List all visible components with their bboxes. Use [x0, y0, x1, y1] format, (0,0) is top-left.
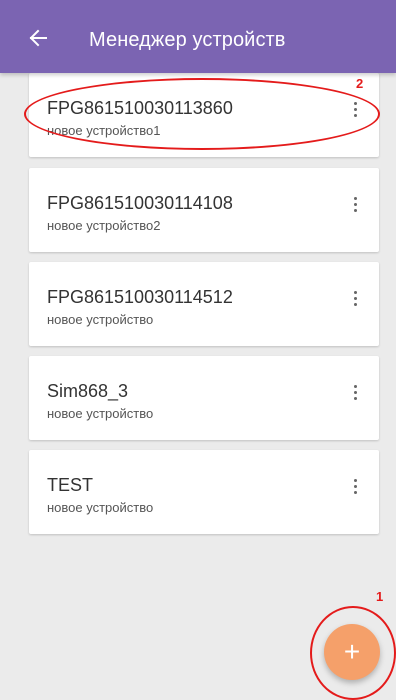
device-name: Sim868_3 [47, 381, 129, 401]
dot-icon [353, 196, 357, 200]
back-button[interactable] [20, 20, 56, 56]
overflow-menu-button[interactable] [345, 474, 365, 498]
arrow-left-icon [29, 29, 47, 47]
dot-icon [353, 390, 357, 394]
dot-icon [353, 113, 357, 117]
dot-icon [353, 302, 357, 306]
device-description: новое устройство1 [47, 123, 161, 138]
dot-icon [353, 490, 357, 494]
dot-icon [353, 396, 357, 400]
dot-icon [353, 202, 357, 206]
app-bar: Менеджер устройств [0, 0, 396, 73]
overflow-menu-button[interactable] [345, 380, 365, 404]
device-card[interactable]: FPG861510030114512 новое устройство [29, 262, 379, 346]
annotation-number: 1 [376, 589, 384, 604]
device-card[interactable]: TEST новое устройство [29, 450, 379, 534]
overflow-menu-button[interactable] [345, 286, 365, 310]
device-card[interactable]: FPG861510030113860 новое устройство1 [29, 73, 379, 157]
device-description: новое устройство2 [47, 218, 161, 233]
device-name: FPG861510030114108 [47, 193, 233, 213]
dot-icon [353, 101, 357, 105]
dot-icon [353, 296, 357, 300]
device-description: новое устройство [47, 406, 154, 421]
dot-icon [353, 208, 357, 212]
page-title: Менеджер устройств [89, 29, 286, 51]
device-card[interactable]: FPG861510030114108 новое устройство2 [29, 168, 379, 252]
annotation-number: 2 [356, 76, 364, 91]
add-device-button[interactable]: + [324, 624, 380, 680]
dot-icon [353, 290, 357, 294]
device-description: новое устройство [47, 500, 154, 515]
device-card[interactable]: Sim868_3 новое устройство [29, 356, 379, 440]
dot-icon [353, 484, 357, 488]
dot-icon [353, 107, 357, 111]
dot-icon [353, 478, 357, 482]
device-name: TEST [47, 475, 94, 495]
device-description: новое устройство [47, 312, 154, 327]
device-name: FPG861510030113860 [47, 98, 233, 118]
overflow-menu-button[interactable] [345, 97, 365, 121]
plus-icon: + [343, 636, 361, 667]
device-name: FPG861510030114512 [47, 287, 233, 307]
overflow-menu-button[interactable] [345, 192, 365, 216]
dot-icon [353, 384, 357, 388]
